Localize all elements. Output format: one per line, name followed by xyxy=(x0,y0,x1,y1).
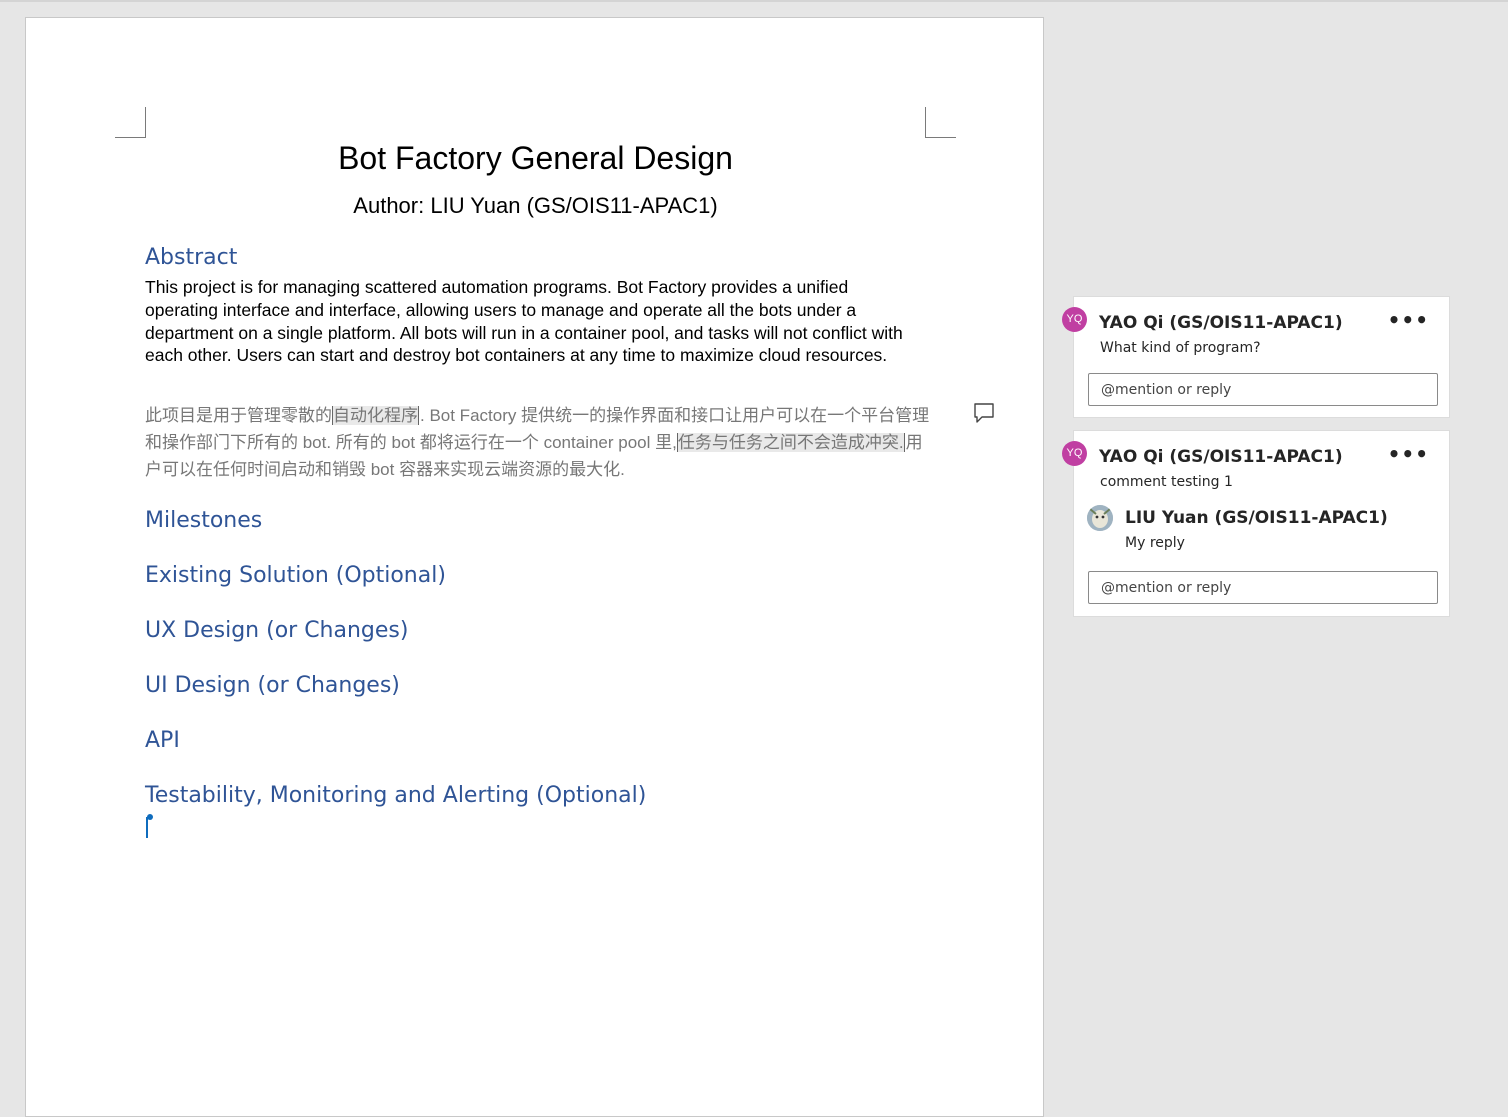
heading-ux-design: UX Design (or Changes) xyxy=(145,618,409,643)
avatar: YQ xyxy=(1062,307,1087,332)
document-author: Author: LIU Yuan (GS/OIS11-APAC1) xyxy=(353,193,718,218)
margin-corner-top-right xyxy=(925,107,956,138)
margin-corner-top-left xyxy=(115,107,146,138)
reply-avatar xyxy=(1087,505,1113,531)
avatar: YQ xyxy=(1062,441,1087,466)
heading-api: API xyxy=(145,728,180,753)
comment-anchor-2[interactable]: 任务与任务之间不会造成冲突. xyxy=(676,433,905,452)
reply-text: My reply xyxy=(1125,535,1185,551)
comment-author: YAO Qi (GS/OIS11-APAC1) xyxy=(1099,447,1343,467)
abstract-paragraph: This project is for managing scattered a… xyxy=(145,277,903,366)
comment-anchor-1[interactable]: 自动化程序 xyxy=(332,406,419,425)
comment-marker-icon[interactable] xyxy=(972,402,996,424)
document-page[interactable]: Bot Factory General Design Author: LIU Y… xyxy=(25,17,1044,1117)
heading-abstract: Abstract xyxy=(145,245,238,270)
heading-testability: Testability, Monitoring and Alerting (Op… xyxy=(145,783,647,808)
reply-input[interactable] xyxy=(1088,571,1438,604)
reply-input[interactable] xyxy=(1088,373,1438,406)
comment-author: YAO Qi (GS/OIS11-APAC1) xyxy=(1099,313,1343,333)
user-photo-icon xyxy=(1087,505,1113,531)
chinese-abstract-paragraph: 此项目是用于管理零散的自动化程序. Bot Factory 提供统一的操作界面和… xyxy=(145,402,930,483)
comment-text: What kind of program? xyxy=(1100,340,1261,356)
more-options-icon[interactable]: ••• xyxy=(1388,310,1429,330)
reply-author: LIU Yuan (GS/OIS11-APAC1) xyxy=(1125,508,1388,528)
heading-ui-design: UI Design (or Changes) xyxy=(145,673,400,698)
heading-existing-solution: Existing Solution (Optional) xyxy=(145,563,446,588)
comment-card-1[interactable]: YAO Qi (GS/OIS11-APAC1) ••• What kind of… xyxy=(1073,296,1450,418)
top-border xyxy=(0,0,1508,2)
text-cursor-icon[interactable] xyxy=(145,814,155,838)
more-options-icon[interactable]: ••• xyxy=(1388,444,1429,464)
heading-milestones: Milestones xyxy=(145,508,263,533)
document-title: Bot Factory General Design xyxy=(338,140,733,176)
chinese-text-part1: 此项目是用于管理零散的 xyxy=(145,406,332,425)
comment-card-2[interactable]: YAO Qi (GS/OIS11-APAC1) ••• comment test… xyxy=(1073,430,1450,617)
comment-text: comment testing 1 xyxy=(1100,474,1233,490)
